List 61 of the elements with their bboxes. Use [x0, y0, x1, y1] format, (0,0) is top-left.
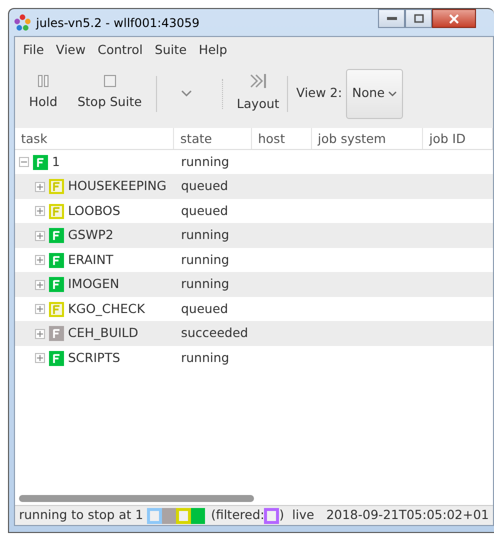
layout-icon: [249, 73, 268, 90]
maximize-icon: [414, 14, 424, 23]
menu-item[interactable]: Control: [92, 39, 149, 62]
expander-icon[interactable]: [35, 255, 45, 265]
status-message: running to stop at 1: [19, 506, 144, 524]
task-state: running: [180, 226, 230, 244]
expander-icon[interactable]: [19, 157, 29, 167]
task-state: running: [180, 152, 230, 171]
expander-icon[interactable]: [35, 353, 45, 363]
close-button[interactable]: [432, 9, 476, 28]
chevron-icon: [388, 90, 397, 97]
expander-icon[interactable]: [35, 230, 45, 240]
maximize-button[interactable]: [405, 9, 432, 28]
menu-item[interactable]: View: [50, 39, 92, 62]
task-name: IMOGEN: [68, 275, 120, 294]
expander-icon[interactable]: [35, 280, 45, 290]
task-state: succeeded: [180, 324, 250, 342]
window-title: jules-vn5.2 - wllf001:43059: [36, 14, 200, 32]
expander-icon[interactable]: [35, 206, 45, 216]
view-2-label: View 2:: [295, 84, 344, 102]
column-header[interactable]: job system: [312, 128, 424, 149]
task-state: running: [180, 250, 230, 269]
task-name: 1: [52, 152, 60, 171]
minimize-button[interactable]: [378, 9, 405, 28]
chevron-icon: [180, 90, 192, 98]
menu-item[interactable]: Suite: [148, 39, 193, 62]
task-name: CEH_BUILD: [68, 324, 138, 342]
hold-button[interactable]: Hold: [19, 71, 68, 116]
layout-button[interactable]: Layout: [232, 69, 284, 118]
filter-label: (filtered:: [210, 506, 264, 524]
stop-icon: [104, 75, 116, 88]
column-header[interactable]: task: [15, 128, 174, 149]
task-name: GSWP2: [68, 226, 114, 244]
pause-icon: [38, 75, 49, 88]
close-icon: [449, 14, 459, 24]
update-time: 2018-09-21T05:05:02+01: [326, 506, 490, 524]
menu-item[interactable]: File: [17, 39, 50, 62]
connection-mode: live: [292, 506, 314, 524]
task-name: KGO_CHECK: [68, 300, 145, 318]
stop-suite-button[interactable]: Stop Suite: [67, 71, 152, 116]
menu-item[interactable]: Help: [192, 39, 234, 62]
column-header[interactable]: job ID: [423, 128, 493, 149]
task-name: ERAINT: [68, 250, 114, 269]
task-state: queued: [180, 202, 230, 220]
column-header[interactable]: host: [252, 128, 312, 149]
task-name: SCRIPTS: [68, 348, 120, 367]
task-name: HOUSEKEEPING: [68, 177, 166, 196]
expander-icon[interactable]: [35, 182, 45, 192]
task-state: queued: [180, 300, 230, 318]
filter-label-end: ): [279, 506, 284, 524]
task-state: running: [180, 275, 230, 294]
column-header[interactable]: state: [174, 128, 252, 149]
task-name: LOOBOS: [68, 202, 120, 220]
expander-icon[interactable]: [35, 304, 45, 314]
task-state: running: [180, 348, 230, 367]
scrollbar-thumb[interactable]: [19, 495, 254, 502]
task-state: queued: [180, 177, 230, 196]
expander-icon[interactable]: [35, 328, 45, 338]
minimize-icon: [386, 16, 396, 20]
app-logo-icon: [14, 14, 31, 31]
view-2-dropdown[interactable]: None: [346, 68, 403, 119]
